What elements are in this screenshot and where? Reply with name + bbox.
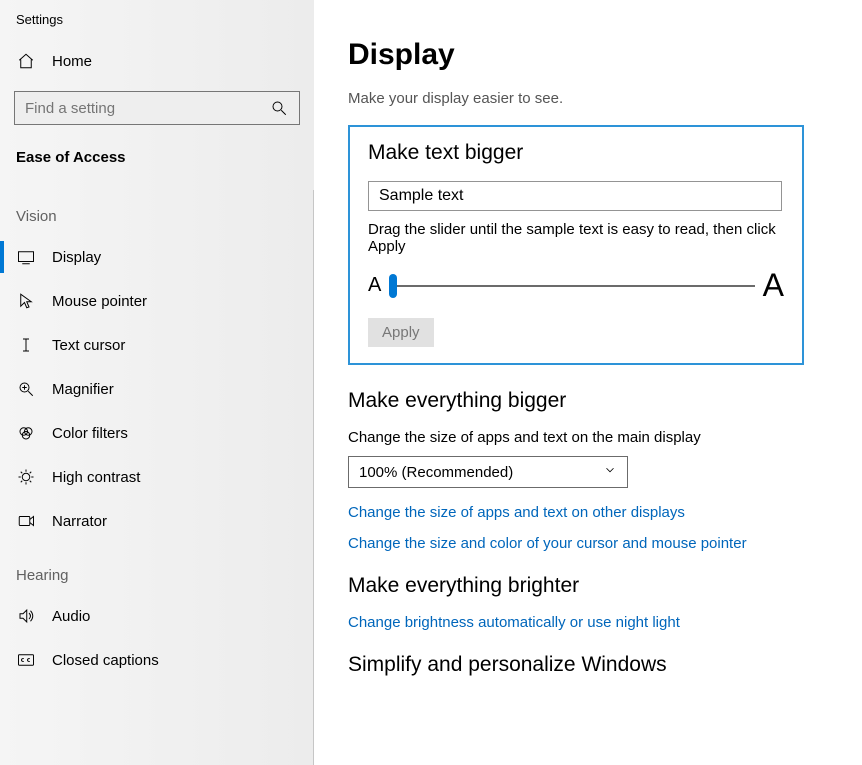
sidebar-item-closed-captions[interactable]: Closed captions bbox=[0, 638, 314, 682]
color-filters-icon bbox=[16, 423, 36, 443]
sidebar-item-label: Narrator bbox=[52, 513, 107, 530]
search-box[interactable] bbox=[14, 91, 300, 125]
link-brightness[interactable]: Change brightness automatically or use n… bbox=[348, 614, 804, 631]
closed-captions-icon bbox=[16, 650, 36, 670]
sample-text-preview: Sample text bbox=[368, 181, 782, 211]
section-heading: Simplify and personalize Windows bbox=[348, 653, 804, 677]
text-size-slider-row: A A bbox=[368, 267, 784, 304]
sidebar-item-label: Mouse pointer bbox=[52, 293, 147, 310]
sidebar-item-label: High contrast bbox=[52, 469, 140, 486]
sidebar-item-magnifier[interactable]: Magnifier bbox=[0, 367, 314, 411]
text-cursor-icon bbox=[16, 335, 36, 355]
sidebar-item-audio[interactable]: Audio bbox=[0, 594, 314, 638]
home-icon bbox=[16, 51, 36, 71]
small-a-glyph: A bbox=[368, 274, 381, 297]
current-category: Ease of Access bbox=[0, 137, 314, 184]
sidebar: Settings Home Ease of Access Vision Disp… bbox=[0, 0, 314, 765]
search-input[interactable] bbox=[25, 100, 269, 117]
high-contrast-icon bbox=[16, 467, 36, 487]
slider-thumb[interactable] bbox=[389, 274, 397, 298]
scaling-select[interactable]: 100% (Recommended) bbox=[348, 456, 628, 488]
magnifier-icon bbox=[16, 379, 36, 399]
sidebar-item-text-cursor[interactable]: Text cursor bbox=[0, 323, 314, 367]
sidebar-item-display[interactable]: Display bbox=[0, 235, 314, 279]
group-header-vision: Vision bbox=[0, 184, 314, 235]
sidebar-item-label: Text cursor bbox=[52, 337, 125, 354]
home-button[interactable]: Home bbox=[0, 41, 314, 81]
section-make-everything-bigger: Make everything bigger Change the size o… bbox=[348, 389, 804, 552]
sidebar-item-high-contrast[interactable]: High contrast bbox=[0, 455, 314, 499]
group-header-hearing: Hearing bbox=[0, 543, 314, 594]
sidebar-item-label: Audio bbox=[52, 608, 90, 625]
page-subtitle: Make your display easier to see. bbox=[348, 90, 832, 107]
chevron-down-icon bbox=[603, 463, 617, 481]
sidebar-item-mouse-pointer[interactable]: Mouse pointer bbox=[0, 279, 314, 323]
sidebar-item-label: Closed captions bbox=[52, 652, 159, 669]
section-heading: Make everything brighter bbox=[348, 574, 804, 598]
link-cursor-pointer[interactable]: Change the size and color of your cursor… bbox=[348, 535, 804, 552]
sidebar-item-label: Magnifier bbox=[52, 381, 114, 398]
big-a-glyph: A bbox=[763, 267, 784, 304]
sidebar-item-color-filters[interactable]: Color filters bbox=[0, 411, 314, 455]
app-title: Settings bbox=[0, 8, 314, 41]
section-heading: Make everything bigger bbox=[348, 389, 804, 413]
apply-button[interactable]: Apply bbox=[368, 318, 434, 347]
sidebar-item-narrator[interactable]: Narrator bbox=[0, 499, 314, 543]
narrator-icon bbox=[16, 511, 36, 531]
page-title: Display bbox=[348, 38, 832, 72]
audio-icon bbox=[16, 606, 36, 626]
section-make-text-bigger: Make text bigger Sample text Drag the sl… bbox=[348, 125, 804, 365]
mouse-pointer-icon bbox=[16, 291, 36, 311]
section-description: Change the size of apps and text on the … bbox=[348, 429, 804, 446]
text-size-slider[interactable] bbox=[389, 284, 754, 288]
section-heading: Make text bigger bbox=[368, 141, 784, 165]
search-icon bbox=[269, 98, 289, 118]
sidebar-item-label: Display bbox=[52, 249, 101, 266]
section-make-everything-brighter: Make everything brighter Change brightne… bbox=[348, 574, 804, 631]
home-label: Home bbox=[52, 53, 92, 70]
section-simplify-personalize: Simplify and personalize Windows bbox=[348, 653, 804, 677]
slider-instruction: Drag the slider until the sample text is… bbox=[368, 221, 784, 255]
sidebar-item-label: Color filters bbox=[52, 425, 128, 442]
display-icon bbox=[16, 247, 36, 267]
link-other-displays[interactable]: Change the size of apps and text on othe… bbox=[348, 504, 804, 521]
slider-track bbox=[389, 285, 754, 287]
scaling-select-value: 100% (Recommended) bbox=[359, 464, 513, 481]
main-content: Display Make your display easier to see.… bbox=[314, 0, 862, 765]
